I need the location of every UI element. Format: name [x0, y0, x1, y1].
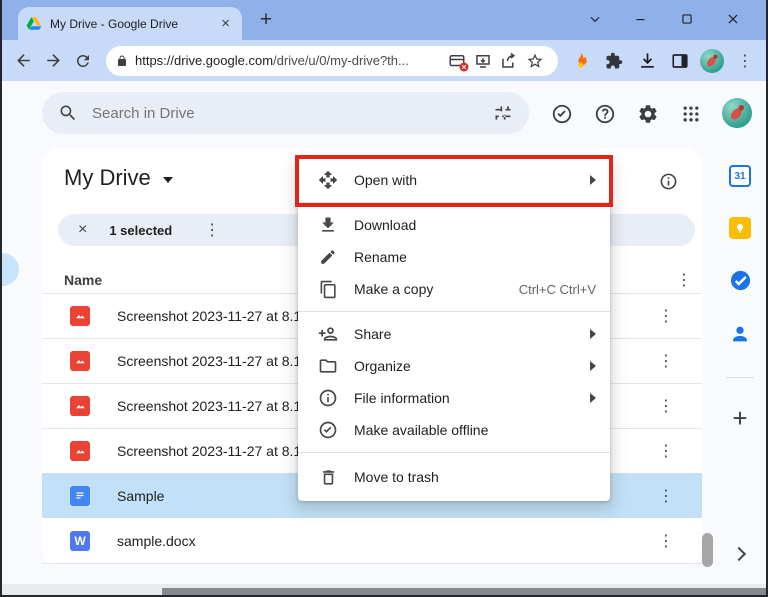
window-bottom-edge: [2, 584, 766, 595]
calendar-icon[interactable]: 31: [728, 164, 752, 188]
row-kebab-icon[interactable]: ⋮: [652, 396, 680, 416]
menu-shortcut: Ctrl+C Ctrl+V: [518, 281, 596, 297]
copy-icon: [318, 279, 338, 299]
menu-item-make-available-offline[interactable]: Make available offline: [298, 414, 610, 446]
tune-filters-icon[interactable]: [493, 103, 513, 123]
side-panel-icon[interactable]: [667, 48, 693, 74]
account-avatar[interactable]: [722, 98, 752, 128]
scrollbar-thumb[interactable]: [702, 533, 713, 567]
downloads-icon[interactable]: [634, 48, 660, 74]
folder-icon: [318, 356, 338, 376]
menu-item-organize[interactable]: Organize: [298, 350, 610, 382]
left-edge-bubble: [2, 253, 19, 286]
menu-item-move-to-trash[interactable]: Move to trash: [298, 461, 610, 493]
lock-icon[interactable]: [116, 55, 128, 67]
offline-status-icon[interactable]: [550, 102, 574, 126]
header-kebab-icon[interactable]: ⋮: [670, 270, 698, 290]
browser-tab[interactable]: My Drive - Google Drive ×: [18, 7, 242, 40]
address-bar[interactable]: https://drive.google.com/drive/u/0/my-dr…: [106, 45, 558, 76]
info-circle-icon: [318, 388, 338, 408]
browser-profile-avatar[interactable]: [700, 48, 724, 73]
word-file-icon: W: [70, 530, 90, 551]
page-title: My Drive: [64, 165, 151, 190]
tab-close-icon[interactable]: ×: [217, 16, 234, 31]
person-add-icon: [318, 324, 338, 344]
google-doc-icon: [70, 485, 90, 506]
image-file-icon: [70, 350, 90, 371]
browser-toolbar: https://drive.google.com/drive/u/0/my-dr…: [2, 40, 766, 81]
name-column-header[interactable]: Name: [64, 272, 102, 288]
context-menu: Open with Download Rename Make a copy Ct…: [298, 158, 610, 501]
card-with-badge-icon[interactable]: [444, 48, 470, 74]
image-file-icon: [70, 395, 90, 416]
submenu-arrow-icon: [590, 393, 596, 403]
browser-menu-kebab-icon[interactable]: ⋮: [731, 51, 759, 71]
chevron-down-icon: [162, 176, 173, 183]
trash-icon: [318, 467, 338, 487]
contacts-icon[interactable]: [728, 322, 752, 346]
window-controls: [572, 5, 756, 33]
menu-item-open-with[interactable]: Open with: [298, 158, 610, 202]
download-icon: [318, 215, 338, 235]
row-kebab-icon[interactable]: ⋮: [652, 306, 680, 326]
browser-window: My Drive - Google Drive × + https://driv…: [0, 0, 768, 597]
menu-item-rename[interactable]: Rename: [298, 241, 610, 273]
menu-item-share[interactable]: Share: [298, 318, 610, 350]
info-icon[interactable]: [659, 172, 678, 196]
menu-item-file-information[interactable]: File information: [298, 382, 610, 414]
chevron-right-icon[interactable]: [731, 546, 747, 562]
drive-favicon-icon: [26, 16, 42, 32]
new-tab-button[interactable]: +: [254, 8, 278, 32]
divider: [42, 563, 702, 564]
minimize-button[interactable]: [618, 5, 664, 33]
tasks-icon[interactable]: [728, 268, 752, 292]
submenu-arrow-icon: [590, 175, 596, 185]
row-kebab-icon[interactable]: ⋮: [652, 441, 680, 461]
image-file-icon: [70, 305, 90, 326]
my-drive-title-button[interactable]: My Drive: [64, 165, 173, 191]
selection-count: 1 selected: [109, 222, 173, 238]
tab-search-chevron-icon[interactable]: [572, 5, 618, 33]
open-with-icon: [318, 170, 338, 190]
taskbar-sliver: [162, 588, 766, 595]
maximize-button[interactable]: [664, 5, 710, 33]
image-file-icon: [70, 440, 90, 461]
submenu-arrow-icon: [590, 329, 596, 339]
settings-gear-icon[interactable]: [636, 102, 660, 126]
help-icon[interactable]: [593, 102, 617, 126]
clear-selection-icon[interactable]: ×: [78, 222, 87, 238]
url-text: https://drive.google.com/drive/u/0/my-dr…: [135, 53, 409, 68]
submenu-arrow-icon: [590, 361, 596, 371]
puzzle-extensions-icon[interactable]: [601, 48, 627, 74]
add-panel-app-button[interactable]: +: [728, 403, 752, 434]
install-app-icon[interactable]: [470, 48, 496, 74]
bookmark-star-icon[interactable]: [522, 48, 548, 74]
row-kebab-icon[interactable]: ⋮: [652, 351, 680, 371]
offline-check-circle-icon: [318, 420, 338, 440]
extensions-area: ⋮: [568, 48, 759, 74]
search-icon: [58, 103, 78, 123]
selection-more-kebab-icon[interactable]: ⋮: [198, 220, 226, 240]
back-button[interactable]: [8, 46, 38, 76]
keep-icon[interactable]: [728, 216, 752, 240]
drive-page: My Drive × 1 selected ⋮ Name ⋮ Scree: [2, 81, 766, 584]
rail-divider: [726, 377, 754, 378]
forward-button[interactable]: [38, 46, 68, 76]
apps-grid-icon[interactable]: [679, 102, 703, 126]
drive-search-bar[interactable]: [42, 92, 529, 134]
menu-item-download[interactable]: Download: [298, 209, 610, 241]
file-row[interactable]: W sample.docx ⋮: [42, 518, 702, 563]
close-window-button[interactable]: [710, 5, 756, 33]
share-icon[interactable]: [496, 48, 522, 74]
row-kebab-icon[interactable]: ⋮: [652, 531, 680, 551]
row-kebab-icon[interactable]: ⋮: [652, 486, 680, 506]
menu-item-make-a-copy[interactable]: Make a copy Ctrl+C Ctrl+V: [298, 273, 610, 305]
rename-pencil-icon: [318, 247, 338, 267]
flame-extension-icon[interactable]: [568, 48, 594, 74]
tab-title: My Drive - Google Drive: [50, 16, 179, 31]
search-input[interactable]: [92, 104, 493, 122]
reload-button[interactable]: [68, 46, 98, 76]
browser-titlebar: My Drive - Google Drive × +: [2, 0, 766, 40]
